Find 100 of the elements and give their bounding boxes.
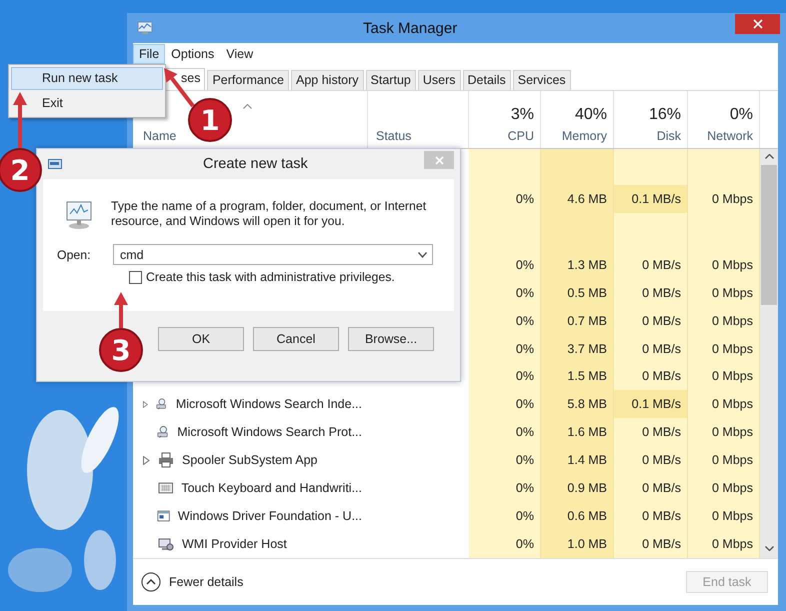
table-cell: 0 MB/s bbox=[614, 278, 688, 307]
monitor-icon bbox=[158, 536, 174, 552]
table-cell: 0.5 MB bbox=[541, 278, 614, 307]
table-cell: 0% bbox=[469, 306, 541, 335]
window-title: Task Manager bbox=[363, 20, 458, 36]
scroll-up-icon[interactable] bbox=[764, 154, 774, 159]
table-cell: 0 MB/s bbox=[614, 362, 688, 390]
expand-arrow-icon[interactable] bbox=[143, 400, 148, 409]
column-header[interactable]: Memory bbox=[562, 129, 607, 143]
step-badge: 2 bbox=[0, 148, 42, 192]
scroll-thumb[interactable] bbox=[761, 165, 777, 305]
table-cell: 0% bbox=[469, 530, 541, 558]
chevron-up-icon bbox=[141, 572, 161, 592]
scrollbar[interactable] bbox=[760, 149, 778, 558]
table-cell: 0% bbox=[469, 390, 541, 418]
table-cell: 1.6 MB bbox=[541, 418, 614, 446]
column-header[interactable]: Status bbox=[376, 129, 462, 143]
tab[interactable]: App history bbox=[291, 70, 364, 90]
table-cell: 0 Mbps bbox=[688, 446, 760, 474]
table-cell: 0 Mbps bbox=[688, 474, 760, 502]
menu-item[interactable]: View bbox=[220, 44, 260, 64]
process-name: Spooler SubSystem App bbox=[182, 453, 318, 468]
fewer-details-button[interactable]: Fewer details bbox=[141, 572, 244, 592]
menu-item[interactable]: File bbox=[133, 44, 166, 64]
tab[interactable]: Startup bbox=[366, 70, 416, 90]
table-cell: 1.0 MB bbox=[541, 530, 614, 558]
column-header[interactable]: Network bbox=[707, 129, 753, 143]
scroll-down-icon[interactable] bbox=[764, 546, 774, 551]
column-usage: 16% bbox=[648, 106, 681, 124]
callout-arrow bbox=[13, 92, 27, 148]
tab[interactable]: Details bbox=[462, 70, 511, 90]
process-name: Microsoft Windows Search Prot... bbox=[177, 425, 362, 440]
tab[interactable]: Services bbox=[512, 70, 571, 90]
window-icon bbox=[156, 508, 170, 524]
dialog-button[interactable]: Cancel bbox=[253, 327, 339, 351]
open-combo-box[interactable]: cmd bbox=[113, 244, 433, 265]
table-cell: 0% bbox=[469, 278, 541, 307]
process-name: Windows Driver Foundation - U... bbox=[178, 509, 362, 524]
field-label: Open: bbox=[57, 248, 92, 262]
close-icon bbox=[434, 156, 444, 164]
table-cell: 0 MB/s bbox=[614, 502, 688, 530]
tab[interactable]: Performance bbox=[207, 70, 290, 90]
window-icon bbox=[48, 159, 62, 169]
table-cell: 0 MB/s bbox=[614, 334, 688, 362]
checkbox[interactable] bbox=[129, 270, 142, 284]
process-name: Microsoft Windows Search Inde... bbox=[176, 397, 362, 412]
table-cell: 3.7 MB bbox=[541, 334, 614, 362]
table-cell: 0 Mbps bbox=[688, 362, 760, 390]
table-cell: 0 MB/s bbox=[614, 306, 688, 335]
table-cell: 0 MB/s bbox=[614, 250, 688, 279]
close-button[interactable] bbox=[735, 14, 780, 34]
step-badge: 3 bbox=[99, 328, 143, 372]
table-cell: 5.8 MB bbox=[541, 390, 614, 418]
printer-icon bbox=[158, 452, 174, 468]
table-cell: 0 Mbps bbox=[688, 418, 760, 446]
column-usage: 3% bbox=[510, 106, 534, 124]
process-name: Touch Keyboard and Handwriti... bbox=[181, 481, 362, 496]
table-cell: 0.9 MB bbox=[541, 474, 614, 502]
table-cell: 0% bbox=[469, 250, 541, 279]
table-cell: 0 Mbps bbox=[688, 250, 760, 279]
table-cell: 0 Mbps bbox=[688, 390, 760, 418]
table-cell: 0 MB/s bbox=[614, 530, 688, 558]
table-cell: 0% bbox=[469, 362, 541, 390]
column-usage: 40% bbox=[574, 106, 607, 124]
dialog-button[interactable]: Browse... bbox=[348, 327, 434, 351]
table-cell: 0% bbox=[469, 474, 541, 502]
process-name: WMI Provider Host bbox=[182, 537, 287, 552]
table-cell: 0 Mbps bbox=[688, 502, 760, 530]
table-cell: 0% bbox=[469, 184, 541, 213]
table-cell: 0.7 MB bbox=[541, 306, 614, 335]
table-cell: 0% bbox=[469, 334, 541, 362]
sort-caret-icon[interactable] bbox=[243, 104, 252, 109]
expand-arrow-icon[interactable] bbox=[143, 456, 150, 465]
table-cell: 1.4 MB bbox=[541, 446, 614, 474]
table-cell: 0 Mbps bbox=[688, 334, 760, 362]
table-cell: 0.1 MB/s bbox=[614, 390, 688, 418]
table-cell: 1.5 MB bbox=[541, 362, 614, 390]
table-cell: 0 Mbps bbox=[688, 184, 760, 213]
dialog-button[interactable]: OK bbox=[158, 327, 244, 351]
keyboard-icon bbox=[158, 480, 174, 496]
table-cell: 0% bbox=[469, 446, 541, 474]
dialog-title: Create new task bbox=[203, 156, 308, 172]
table-cell: 0 Mbps bbox=[688, 306, 760, 335]
table-cell bbox=[469, 149, 541, 185]
tab[interactable]: Users bbox=[418, 70, 461, 90]
column-header[interactable]: CPU bbox=[508, 129, 534, 143]
callout-arrow bbox=[114, 292, 128, 328]
table-cell: 0.1 MB/s bbox=[614, 184, 688, 213]
close-icon bbox=[752, 19, 762, 29]
table-cell: 0.6 MB bbox=[541, 502, 614, 530]
menu-item[interactable]: Run new task bbox=[11, 67, 163, 90]
table-cell: 0 MB/s bbox=[614, 418, 688, 446]
step-badge: 1 bbox=[188, 98, 232, 142]
table-cell: 0 Mbps bbox=[688, 278, 760, 307]
menu-item[interactable]: Options bbox=[165, 44, 220, 64]
menu-item[interactable]: Exit bbox=[11, 92, 163, 115]
dialog-message: Type the name of a program, folder, document, or Internet resource, and Windows will open it for you. bbox=[111, 199, 428, 230]
table-cell bbox=[688, 149, 760, 185]
column-usage: 0% bbox=[730, 106, 753, 124]
column-header[interactable]: Disk bbox=[656, 129, 681, 143]
